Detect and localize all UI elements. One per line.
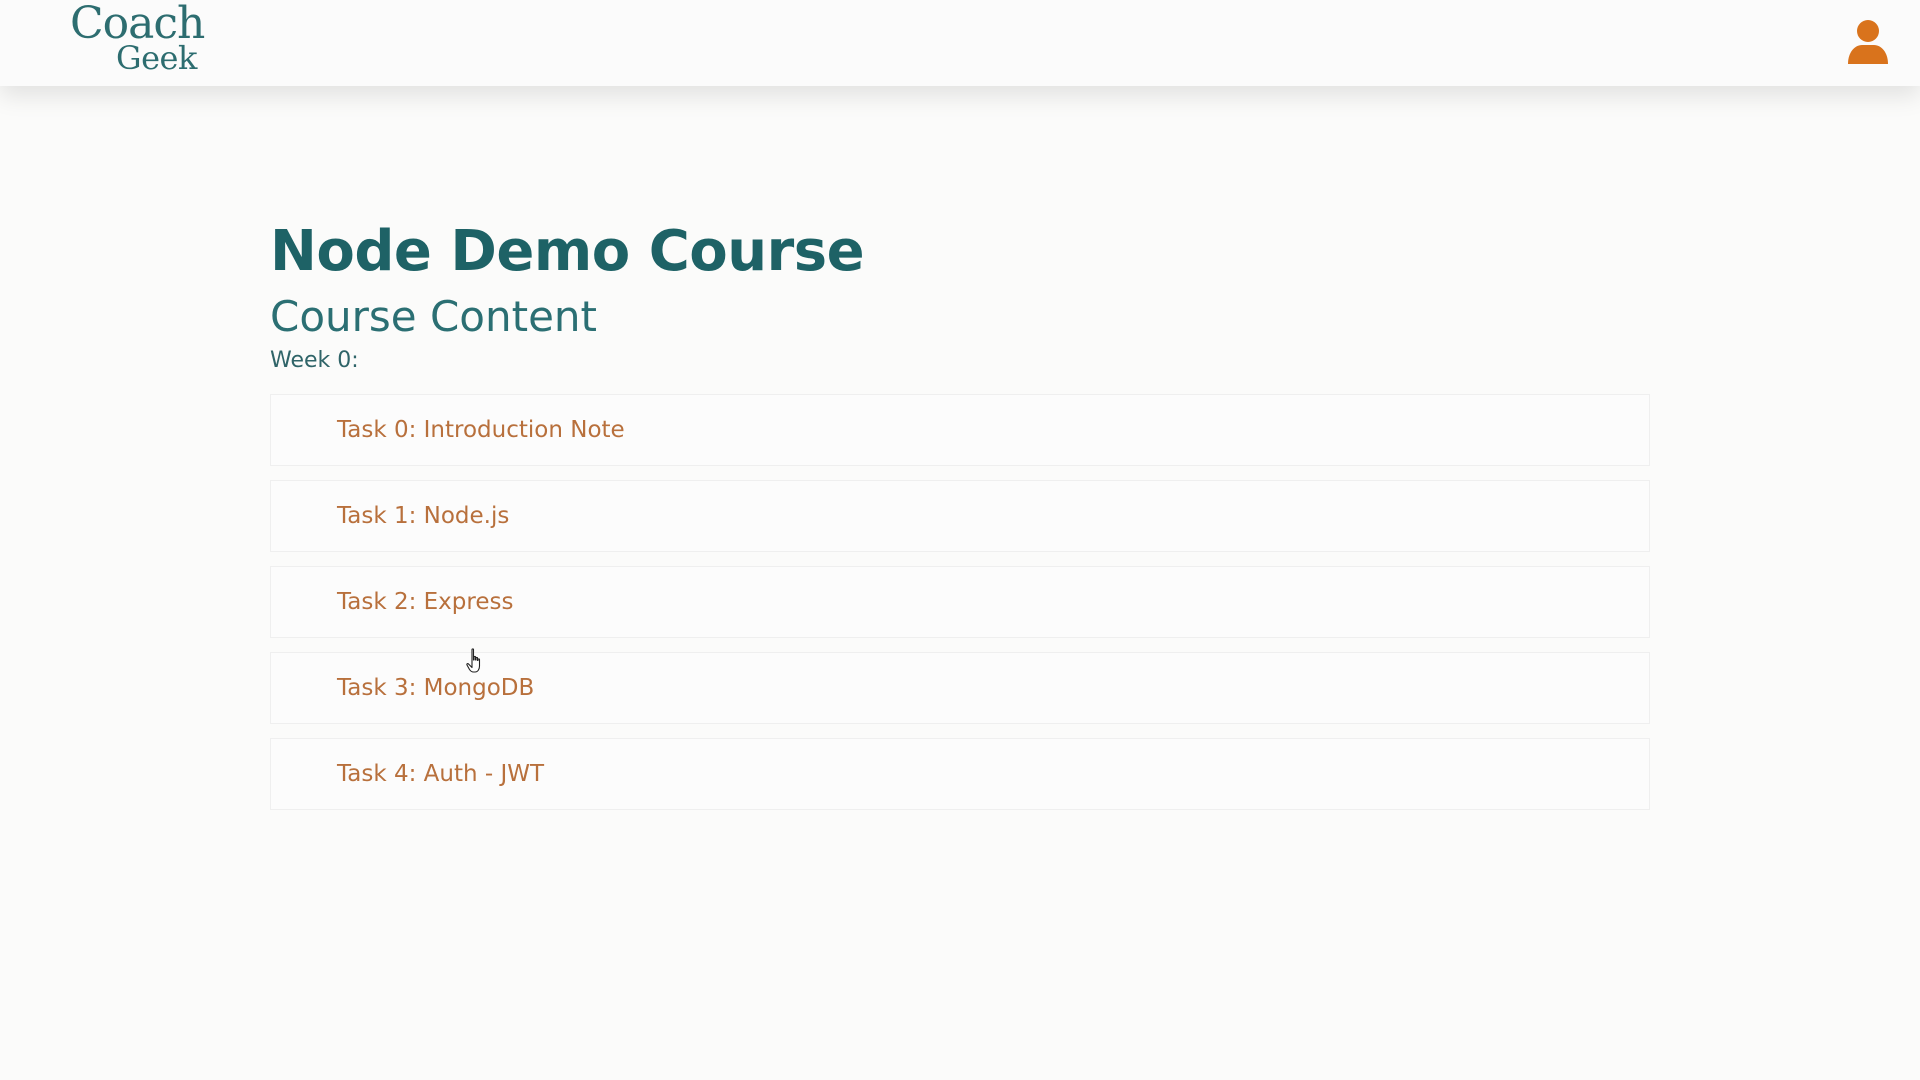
course-title: Node Demo Course (270, 219, 865, 284)
page: Coach Geek Node Demo Course Course Conte… (0, 0, 1920, 1080)
task-item-2[interactable]: Task 2: Express (270, 566, 1650, 638)
task-label: Task 2: Express (337, 589, 514, 615)
logo-line-2: Geek (116, 39, 197, 77)
user-icon (1848, 20, 1888, 64)
week-label: Week 0: (270, 348, 359, 373)
task-list: Task 0: Introduction Note Task 1: Node.j… (270, 394, 1650, 810)
hand-pointer-icon (466, 648, 486, 674)
task-label: Task 3: MongoDB (337, 675, 535, 701)
task-item-4[interactable]: Task 4: Auth - JWT (270, 738, 1650, 810)
task-label: Task 0: Introduction Note (337, 417, 625, 443)
task-item-1[interactable]: Task 1: Node.js (270, 480, 1650, 552)
user-account-button[interactable] (1846, 18, 1890, 66)
course-content-main: Node Demo Course Course Content Week 0: … (270, 220, 1650, 824)
task-label: Task 1: Node.js (337, 503, 510, 529)
coach-geek-logo[interactable]: Coach Geek (70, 0, 210, 82)
course-content-heading: Course Content (270, 292, 598, 341)
task-label: Task 4: Auth - JWT (337, 761, 545, 787)
task-item-0[interactable]: Task 0: Introduction Note (270, 394, 1650, 466)
top-navbar: Coach Geek (0, 0, 1920, 86)
